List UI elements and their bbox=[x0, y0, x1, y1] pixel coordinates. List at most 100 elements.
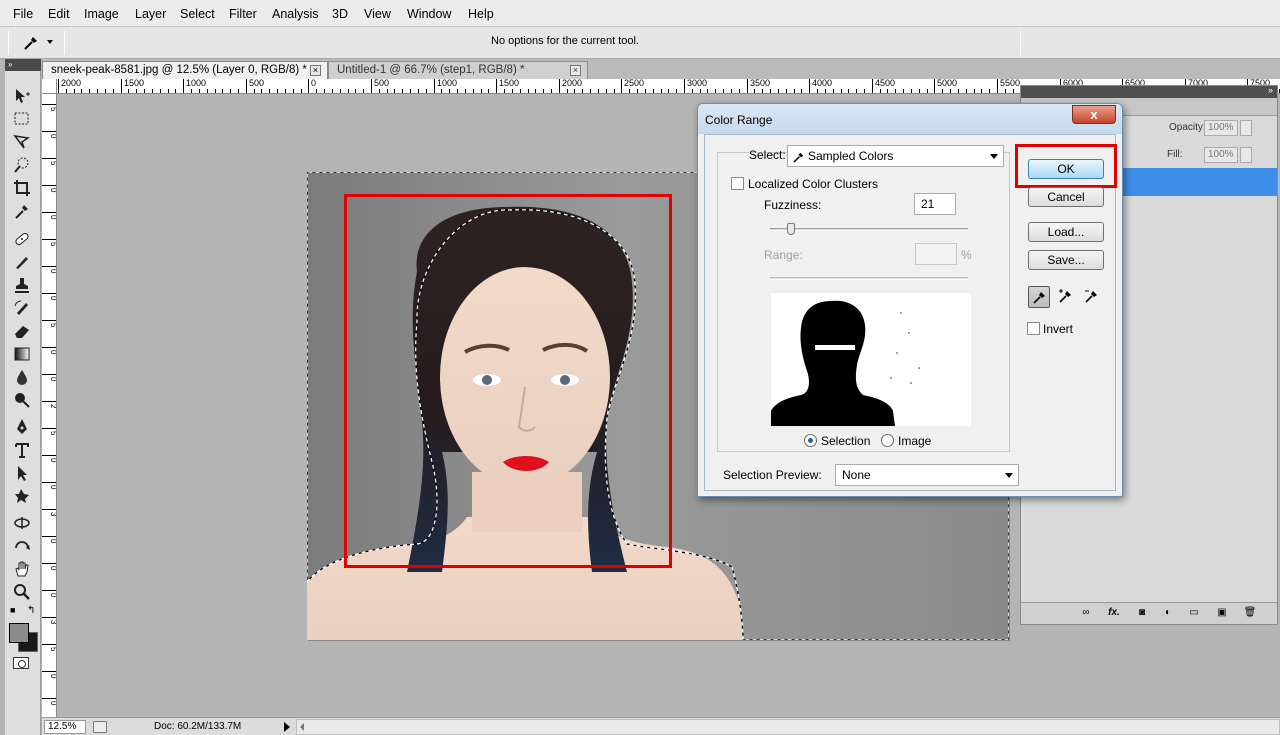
hand-tool-icon[interactable] bbox=[12, 559, 34, 579]
tab-document-1[interactable]: sneek-peak-8581.jpg @ 12.5% (Layer 0, RG… bbox=[42, 61, 328, 79]
link-icon[interactable]: ∞ bbox=[1079, 607, 1093, 620]
selection-radio[interactable] bbox=[804, 434, 817, 447]
ruler-minor-tick bbox=[911, 89, 912, 93]
fuzziness-slider[interactable] bbox=[770, 228, 968, 231]
ruler-minor-tick bbox=[715, 89, 716, 93]
image-radio[interactable] bbox=[881, 434, 894, 447]
vertical-ruler[interactable]: 5 0 5 0 0 5 0 0 5 0 0 2 5 0 0 3 0 0 0 3 5 0 0 bbox=[42, 94, 57, 717]
eyedropper-subtract-icon[interactable] bbox=[1081, 286, 1103, 308]
menu-edit[interactable]: Edit bbox=[48, 7, 70, 21]
adjustment-icon[interactable]: ◐ bbox=[1161, 607, 1175, 620]
fill-stepper[interactable] bbox=[1240, 147, 1252, 163]
healing-brush-tool-icon[interactable] bbox=[12, 229, 34, 249]
swap-colors-icon[interactable]: ↰ bbox=[27, 605, 35, 616]
type-tool-icon[interactable] bbox=[12, 440, 34, 460]
load-button[interactable]: Load... bbox=[1028, 222, 1104, 242]
ruler-origin[interactable] bbox=[42, 79, 57, 94]
ruler-minor-tick bbox=[254, 89, 255, 93]
menu-help[interactable]: Help bbox=[468, 7, 494, 21]
trash-icon[interactable]: 🗑 bbox=[1243, 607, 1257, 620]
menu-layer[interactable]: Layer bbox=[135, 7, 166, 21]
localized-color-clusters-checkbox[interactable] bbox=[731, 177, 744, 190]
menu-3d[interactable]: 3D bbox=[332, 7, 348, 21]
close-icon[interactable]: × bbox=[570, 65, 581, 76]
ruler-tick-label: 0 bbox=[42, 590, 56, 597]
fuzziness-input[interactable]: 21 bbox=[914, 193, 956, 215]
brush-tool-icon[interactable] bbox=[12, 252, 34, 272]
history-brush-tool-icon[interactable] bbox=[12, 298, 34, 318]
close-button[interactable]: x bbox=[1072, 105, 1116, 124]
fill-field[interactable]: 100% bbox=[1204, 147, 1238, 163]
select-dropdown[interactable]: Sampled Colors bbox=[787, 145, 1004, 167]
eraser-tool-icon[interactable] bbox=[12, 321, 34, 341]
group-icon[interactable]: ▭ bbox=[1187, 607, 1201, 620]
horizontal-scrollbar[interactable] bbox=[296, 719, 1280, 735]
cancel-button[interactable]: Cancel bbox=[1028, 187, 1104, 207]
shape-tool-icon[interactable] bbox=[12, 486, 34, 506]
quick-mask-icon[interactable] bbox=[13, 657, 29, 669]
eyedropper-tool-icon[interactable] bbox=[12, 201, 34, 221]
gradient-tool-icon[interactable] bbox=[12, 344, 34, 364]
panel-header[interactable]: » bbox=[1021, 85, 1277, 98]
ruler-minor-tick bbox=[543, 89, 544, 93]
ok-button[interactable]: OK bbox=[1028, 159, 1104, 179]
info-icon[interactable] bbox=[93, 721, 107, 733]
zoom-tool-icon[interactable] bbox=[12, 582, 34, 602]
selected-layer-row[interactable] bbox=[1121, 168, 1277, 196]
ruler-tick-label: 5 bbox=[42, 104, 56, 111]
mask-icon[interactable]: ◙ bbox=[1135, 607, 1149, 620]
save-button[interactable]: Save... bbox=[1028, 250, 1104, 270]
foreground-color-swatch[interactable] bbox=[9, 623, 29, 643]
path-selection-tool-icon[interactable] bbox=[12, 463, 34, 483]
ruler-tick-label: 5 bbox=[42, 428, 56, 435]
ruler-tick-label: 5500 bbox=[997, 79, 1020, 93]
menu-file[interactable]: File bbox=[13, 7, 33, 21]
move-tool-icon[interactable] bbox=[12, 86, 34, 106]
blur-tool-icon[interactable] bbox=[12, 367, 34, 387]
dialog-titlebar[interactable]: Color Range x bbox=[698, 104, 1122, 134]
menu-image[interactable]: Image bbox=[84, 7, 119, 21]
menu-filter[interactable]: Filter bbox=[229, 7, 257, 21]
dodge-tool-icon[interactable] bbox=[12, 390, 34, 410]
ruler-tick-label: 5 bbox=[42, 239, 56, 246]
ruler-minor-tick bbox=[426, 89, 427, 93]
menu-window[interactable]: Window bbox=[407, 7, 451, 21]
panel-collapse-icon[interactable]: » bbox=[1268, 85, 1273, 95]
invert-checkbox[interactable] bbox=[1027, 322, 1040, 335]
menu-bar: File Edit Image Layer Select Filter Anal… bbox=[0, 0, 1280, 27]
ruler-tick-label: 3 bbox=[42, 617, 56, 624]
fx-icon[interactable]: fx. bbox=[1107, 607, 1121, 620]
selection-preview-dropdown[interactable]: None bbox=[835, 464, 1019, 486]
opacity-stepper[interactable] bbox=[1240, 120, 1252, 136]
tab-document-2[interactable]: Untitled-1 @ 66.7% (step1, RGB/8) * × bbox=[328, 61, 588, 79]
3d-orbit-tool-icon[interactable] bbox=[12, 536, 34, 556]
eyedropper-add-icon[interactable] bbox=[1055, 286, 1077, 308]
new-layer-icon[interactable]: ▣ bbox=[1215, 607, 1229, 620]
status-menu-arrow-icon[interactable] bbox=[284, 722, 290, 732]
menu-analysis[interactable]: Analysis bbox=[272, 7, 319, 21]
scroll-left-icon[interactable] bbox=[300, 723, 304, 731]
default-colors-icon[interactable]: ■ bbox=[10, 605, 15, 615]
ruler-minor-tick bbox=[551, 89, 552, 93]
menu-view[interactable]: View bbox=[364, 7, 391, 21]
clone-stamp-tool-icon[interactable] bbox=[12, 275, 34, 295]
ruler-minor-tick bbox=[574, 89, 575, 93]
lasso-tool-icon[interactable] bbox=[12, 132, 34, 152]
ruler-minor-tick bbox=[465, 89, 466, 93]
color-range-dialog: Color Range x Select: Sampled Colors Loc… bbox=[697, 103, 1123, 497]
crop-tool-icon[interactable] bbox=[12, 178, 34, 198]
pen-tool-icon[interactable] bbox=[12, 417, 34, 437]
zoom-level-field[interactable]: 12.5% bbox=[44, 720, 86, 734]
opacity-field[interactable]: 100% bbox=[1204, 120, 1238, 136]
menu-select[interactable]: Select bbox=[180, 7, 215, 21]
3d-rotate-tool-icon[interactable] bbox=[12, 513, 34, 533]
eyedropper-sample-icon[interactable] bbox=[1028, 286, 1050, 308]
ruler-minor-tick bbox=[238, 89, 239, 93]
fuzziness-slider-thumb[interactable] bbox=[787, 223, 795, 235]
toolbox-collapse[interactable]: » bbox=[5, 59, 41, 71]
ruler-minor-tick bbox=[754, 89, 755, 93]
quick-selection-tool-icon[interactable] bbox=[12, 155, 34, 175]
close-icon[interactable]: × bbox=[310, 65, 321, 76]
marquee-tool-icon[interactable] bbox=[12, 109, 34, 129]
ruler-minor-tick bbox=[833, 89, 834, 93]
